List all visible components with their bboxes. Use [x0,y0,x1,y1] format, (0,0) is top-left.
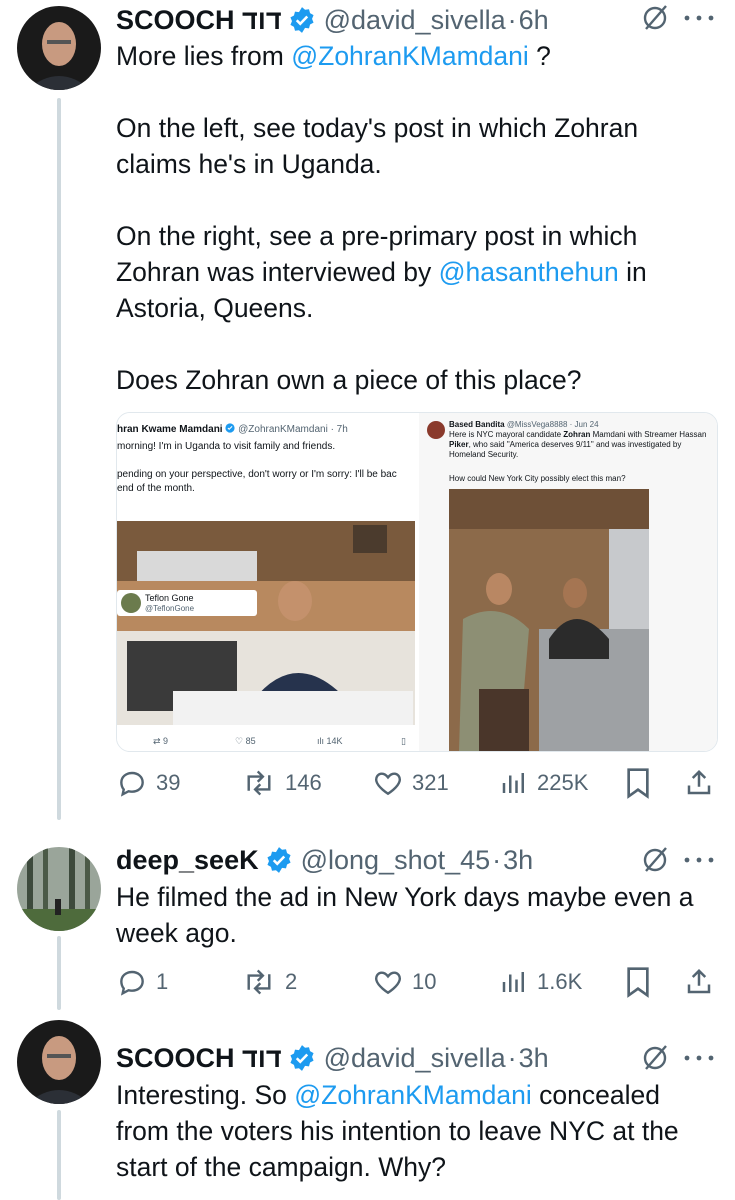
heart-icon [375,772,401,796]
share-button[interactable] [684,962,714,1002]
like-count: 321 [412,770,449,795]
repost-count: 2 [285,969,298,994]
tweet-header: SCOOCH דוד @david_sivella · 3h [116,1041,549,1075]
tweet-2[interactable]: deep_seeK @long_shot_45 · 3h He filmed t… [0,820,735,1010]
views-button[interactable]: 1.6K [499,962,582,1002]
reply-count: 39 [156,770,181,795]
grok-icon[interactable] [640,845,670,875]
video-still [117,521,415,725]
avatar[interactable] [17,847,101,931]
thread-line [57,936,61,1010]
reply-button[interactable]: 39 [116,763,180,803]
reply-button[interactable]: 1 [116,962,168,1002]
embedded-post-right: Based Bandita @MissVega8888 · Jun 24 Her… [419,413,717,751]
like-button[interactable]: 10 [372,962,436,1002]
tweet-text: More lies from @ZohranKMamdani ? On the … [116,41,647,395]
views-count: 1.6K [537,969,583,994]
tweet-1[interactable]: SCOOCH דוד @david_sivella · 6h More lies… [0,0,735,820]
tweet-text: Interesting. So @ZohranKMamdani conceale… [116,1080,679,1182]
timestamp[interactable]: 3h [519,1043,549,1074]
display-name[interactable]: SCOOCH דוד [116,1043,282,1074]
handle[interactable]: @david_sivella [324,5,506,36]
avatar[interactable] [17,6,101,90]
tweet-header: SCOOCH דוד @david_sivella · 6h [116,3,549,37]
grok-icon[interactable] [640,1043,670,1073]
bookmark-button[interactable] [624,763,652,803]
reply-icon [120,771,144,797]
tweet-header: deep_seeK @long_shot_45 · 3h [116,843,533,877]
repost-button[interactable]: 146 [241,763,322,803]
thread-line [57,98,61,820]
share-button[interactable] [684,763,714,803]
avatar[interactable] [17,1020,101,1104]
views-button[interactable]: 225K [499,763,588,803]
share-icon [687,968,711,994]
embedded-post-left: hran Kwame Mamdani @ZohranKMamdani · 7h … [117,413,417,751]
share-icon [687,769,711,795]
more-options-icon[interactable] [681,1052,717,1064]
timestamp[interactable]: 6h [519,5,549,36]
tweet-3[interactable]: SCOOCH דוד @david_sivella · 3h Interesti… [0,1010,735,1200]
handle[interactable]: @long_shot_45 [301,845,491,876]
repost-button[interactable]: 2 [241,962,297,1002]
bookmark-icon [627,967,649,998]
bookmark-button[interactable] [624,962,652,1002]
action-bar: 39 146 321 225K [116,763,716,803]
action-bar: 1 2 10 1.6K [116,962,716,1002]
separator-dot: · [492,844,502,875]
repost-icon [247,770,271,796]
views-icon [502,773,524,793]
verified-badge-icon [267,847,291,873]
more-options-icon[interactable] [681,854,717,866]
verified-badge-icon [225,423,235,433]
repost-icon [247,969,271,995]
mention-link[interactable]: @hasanthehun [439,257,619,287]
like-button[interactable]: 321 [372,763,449,803]
views-count: 225K [537,770,589,795]
views-icon [502,972,524,992]
more-options-icon[interactable] [681,12,717,24]
mention-link[interactable]: @ZohranKMamdani [294,1080,532,1110]
interview-photo [449,489,649,751]
media-image[interactable]: hran Kwame Mamdani @ZohranKMamdani · 7h … [116,412,718,752]
like-count: 10 [412,969,437,994]
separator-dot: · [507,1042,517,1073]
handle[interactable]: @david_sivella [324,1043,506,1074]
heart-icon [375,971,401,995]
separator-dot: · [507,4,517,35]
grok-icon[interactable] [640,3,670,33]
display-name[interactable]: deep_seeK [116,845,259,876]
reply-icon [120,970,144,996]
timestamp[interactable]: 3h [503,845,533,876]
verified-badge-icon [290,1045,314,1071]
verified-badge-icon [290,7,314,33]
reply-count: 1 [156,969,169,994]
bookmark-icon [627,768,649,799]
tweet-text: He filmed the ad in New York days maybe … [116,882,694,948]
mention-link[interactable]: @ZohranKMamdani [291,41,529,71]
display-name[interactable]: SCOOCH דוד [116,5,282,36]
thread-line [57,1110,61,1200]
repost-count: 146 [285,770,322,795]
